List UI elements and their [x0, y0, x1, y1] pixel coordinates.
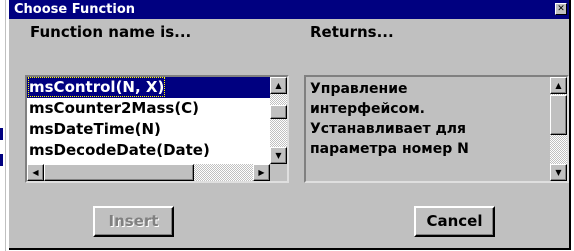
scroll-up-button[interactable]: ▲	[270, 77, 287, 94]
scroll-down-button[interactable]: ▼	[550, 164, 567, 181]
background-window-mark	[0, 154, 3, 166]
returns-vertical-scrollbar[interactable]: ▲ ▼	[550, 77, 567, 181]
scroll-thumb[interactable]	[550, 95, 567, 135]
title-bar[interactable]: Choose Function ✕	[9, 0, 569, 19]
list-item[interactable]: msDateTime(N)	[27, 119, 270, 140]
insert-button[interactable]: Insert	[93, 206, 174, 237]
cancel-button[interactable]: Cancel	[414, 206, 495, 237]
returns-line: параметра номер N	[310, 141, 469, 157]
background-window-mark	[0, 128, 3, 140]
list-item[interactable]: msControl(N, X)	[27, 77, 270, 98]
arrow-down-icon: ▼	[555, 168, 562, 177]
returns-label: Returns...	[310, 23, 394, 41]
returns-line: интерфейсом.	[310, 101, 425, 117]
dialog-title: Choose Function	[14, 2, 136, 17]
scroll-thumb[interactable]	[270, 105, 287, 119]
scroll-left-button[interactable]: ◀	[27, 164, 44, 181]
returns-line: Управление	[310, 81, 408, 97]
function-list-items: msControl(N, X) msCounter2Mass(C) msDate…	[27, 77, 270, 164]
scroll-thumb[interactable]	[44, 164, 194, 181]
returns-line: Устанавливает для	[310, 121, 467, 137]
scroll-down-button[interactable]: ▼	[270, 147, 287, 164]
list-item[interactable]: msCounter2Mass(C)	[27, 98, 270, 119]
arrow-right-icon: ▶	[258, 168, 265, 177]
function-name-label: Function name is...	[30, 23, 192, 41]
arrow-up-icon: ▲	[275, 81, 282, 90]
scrollbar-corner	[270, 164, 287, 181]
returns-description-box: Управление интерфейсом. Устанавливает дл…	[304, 75, 569, 183]
scroll-right-button[interactable]: ▶	[253, 164, 270, 181]
arrow-left-icon: ◀	[32, 168, 39, 177]
choose-function-dialog: Choose Function ✕ Function name is... ms…	[9, 0, 571, 250]
function-list-vertical-scrollbar[interactable]: ▲ ▼	[270, 77, 287, 164]
function-list[interactable]: msControl(N, X) msCounter2Mass(C) msDate…	[25, 75, 289, 183]
arrow-down-icon: ▼	[275, 151, 282, 160]
function-list-horizontal-scrollbar[interactable]: ◀ ▶	[27, 164, 270, 181]
list-item-label: msControl(N, X)	[27, 77, 166, 97]
scroll-up-button[interactable]: ▲	[550, 77, 567, 94]
background-window-border	[5, 0, 6, 251]
background-window-edge	[0, 0, 6, 251]
list-item[interactable]: msDecodeDate(Date)	[27, 140, 270, 161]
arrow-up-icon: ▲	[555, 81, 562, 90]
close-icon: ✕	[557, 4, 565, 14]
returns-description: Управление интерфейсом. Устанавливает дл…	[310, 79, 545, 159]
close-button[interactable]: ✕	[555, 3, 567, 15]
